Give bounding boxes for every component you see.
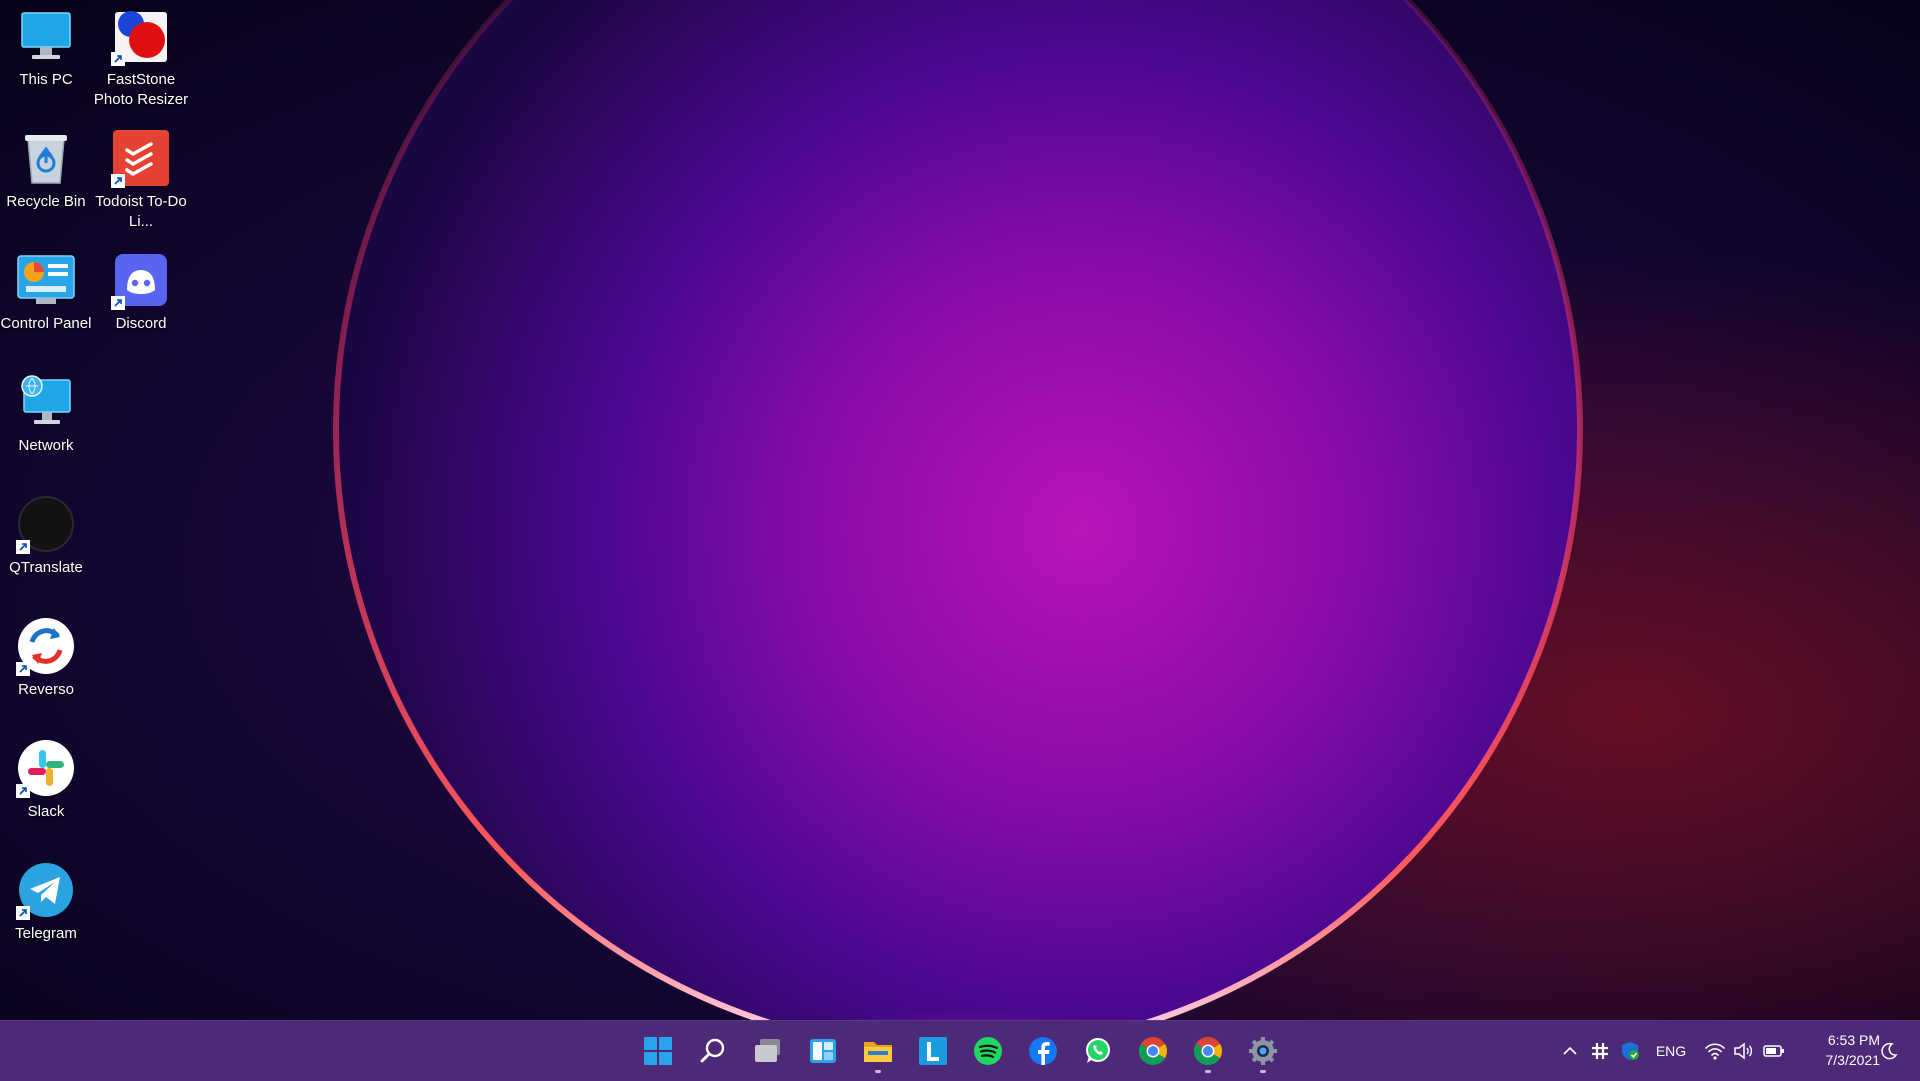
- control-panel-icon: [16, 250, 76, 310]
- desktop-icon-this-pc[interactable]: This PC: [0, 6, 92, 90]
- widgets-button[interactable]: [801, 1029, 845, 1073]
- shortcut-arrow-icon: [16, 662, 30, 676]
- wifi-icon: [1705, 1043, 1725, 1060]
- facebook-icon: [1029, 1037, 1057, 1065]
- desktop-icon-label: Control Panel: [0, 315, 92, 332]
- start-button[interactable]: [636, 1029, 680, 1073]
- task-view-icon: [755, 1039, 780, 1062]
- clock-time: 6:53 PM: [1827, 1032, 1880, 1048]
- this-pc-icon: [16, 6, 76, 66]
- running-indicator: [1205, 1070, 1211, 1073]
- slack-icon: [16, 738, 76, 798]
- recycle-bin-icon: [16, 128, 76, 188]
- l-app-button[interactable]: [911, 1029, 955, 1073]
- shortcut-arrow-icon: [111, 296, 125, 310]
- network-icon: [16, 372, 76, 432]
- desktop-icon-network[interactable]: Network: [0, 372, 92, 456]
- desktop-icon-telegram[interactable]: Telegram: [0, 860, 92, 944]
- desktop-icon-label: Telegram: [15, 925, 77, 942]
- spotify-icon: [974, 1037, 1002, 1065]
- windows-security-tray[interactable]: [1618, 1021, 1642, 1081]
- gear-icon: [1249, 1037, 1277, 1065]
- moon-icon: [1881, 1042, 1898, 1060]
- shortcut-arrow-icon: [16, 784, 30, 798]
- chrome-button[interactable]: [1131, 1029, 1175, 1073]
- desktop-icon-label: Discord: [115, 315, 167, 332]
- desktop-icon-label: Slack: [27, 803, 65, 820]
- shortcut-arrow-icon: [16, 540, 30, 554]
- desktop-icon-label: Recycle Bin: [6, 193, 86, 210]
- telegram-icon: [16, 860, 76, 920]
- tray-app-icon[interactable]: [1588, 1021, 1612, 1081]
- todoist-icon: [111, 128, 171, 188]
- slack-tray-icon: [1592, 1043, 1608, 1059]
- chevron-up-icon: [1563, 1046, 1577, 1055]
- desktop-icon-faststone[interactable]: FastStone Photo Resizer: [93, 6, 189, 110]
- task-view-button[interactable]: [746, 1029, 790, 1073]
- running-indicator: [1260, 1070, 1266, 1073]
- desktop-icon-reverso[interactable]: Reverso: [0, 616, 92, 700]
- qtranslate-icon: [16, 494, 76, 554]
- settings-button[interactable]: [1241, 1029, 1285, 1073]
- search-button[interactable]: [691, 1029, 735, 1073]
- wallpaper: [0, 0, 1920, 1020]
- language-label: ENG: [1655, 1043, 1687, 1059]
- shield-icon: [1622, 1042, 1639, 1060]
- chrome-icon: [1139, 1037, 1167, 1066]
- desktop-icon-qtranslate[interactable]: QTranslate: [0, 494, 92, 578]
- discord-icon: [111, 250, 171, 310]
- search-icon: [700, 1038, 725, 1063]
- whatsapp-icon: [1086, 1038, 1110, 1063]
- desktop-icon-label: Reverso: [18, 681, 74, 698]
- shortcut-arrow-icon: [16, 906, 30, 920]
- speaker-icon: [1734, 1042, 1753, 1060]
- taskbar: ENG 6:53 PM 7/3/2021: [0, 1020, 1920, 1081]
- clock[interactable]: 6:53 PM 7/3/2021: [1800, 1030, 1881, 1070]
- running-indicator: [875, 1070, 881, 1073]
- desktop-icon-label: Network: [18, 437, 74, 454]
- desktop-icon-label: This PC: [19, 71, 73, 88]
- chrome-icon: [1194, 1037, 1222, 1066]
- chrome-profile-button[interactable]: [1186, 1029, 1230, 1073]
- windows-start-icon: [644, 1037, 672, 1065]
- desktop-icon-recycle-bin[interactable]: Recycle Bin: [0, 128, 92, 212]
- battery-icon: [1763, 1045, 1784, 1057]
- facebook-button[interactable]: [1021, 1029, 1065, 1073]
- network-tray[interactable]: [1702, 1021, 1728, 1081]
- desktop-icon-label: FastStone Photo Resizer: [93, 71, 189, 108]
- desktop-icon-label: QTranslate: [9, 559, 83, 576]
- desktop-icon-discord[interactable]: Discord: [95, 250, 187, 334]
- faststone-icon: [111, 6, 171, 66]
- reverso-icon: [16, 616, 76, 676]
- desktop-icon-todoist[interactable]: Todoist To-Do Li...: [95, 128, 187, 232]
- language-indicator[interactable]: ENG: [1650, 1021, 1692, 1081]
- desktop-icon-label: Todoist To-Do Li...: [95, 193, 187, 230]
- shortcut-arrow-icon: [111, 52, 125, 66]
- file-explorer-button[interactable]: [856, 1029, 900, 1073]
- l-app-icon: [919, 1037, 947, 1065]
- battery-tray[interactable]: [1760, 1021, 1788, 1081]
- clock-date: 7/3/2021: [1825, 1052, 1881, 1068]
- whatsapp-button[interactable]: [1076, 1029, 1120, 1073]
- show-hidden-icons-button[interactable]: [1558, 1021, 1582, 1081]
- volume-tray[interactable]: [1730, 1021, 1756, 1081]
- focus-assist-button[interactable]: [1874, 1021, 1904, 1081]
- shortcut-arrow-icon: [111, 174, 125, 188]
- spotify-button[interactable]: [966, 1029, 1010, 1073]
- desktop[interactable]: This PC FastStone Photo Resizer Recycle …: [0, 0, 1920, 1020]
- desktop-icon-slack[interactable]: Slack: [0, 738, 92, 822]
- folder-icon: [864, 1042, 892, 1062]
- desktop-icon-control-panel[interactable]: Control Panel: [0, 250, 92, 334]
- widgets-icon: [810, 1039, 836, 1063]
